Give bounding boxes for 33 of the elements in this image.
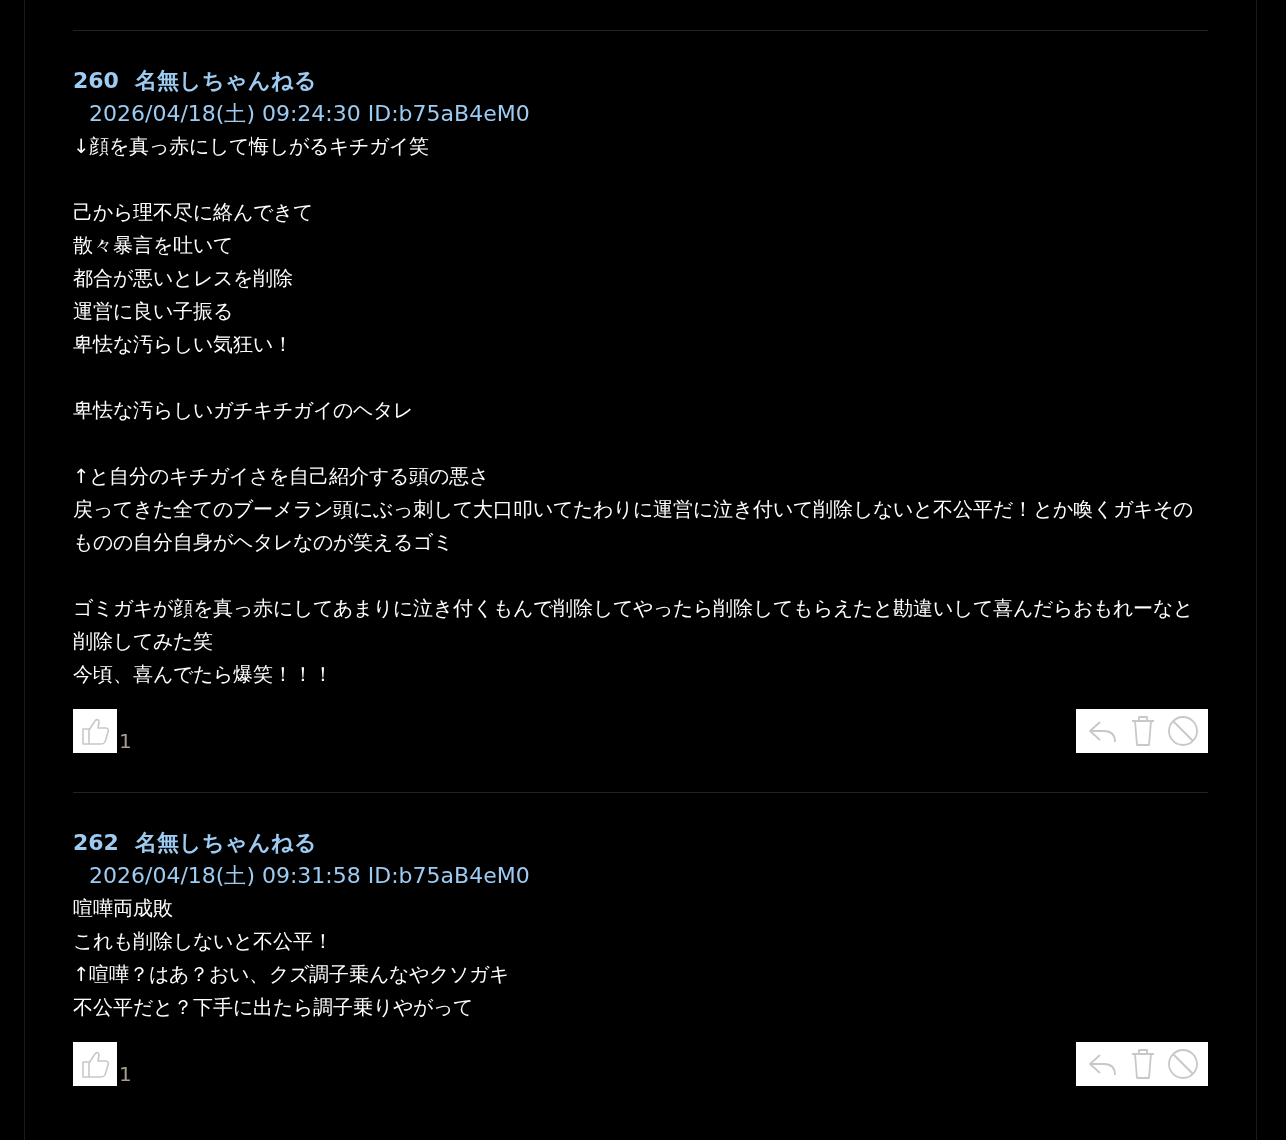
post-text: 己から理不尽に絡んできて	[73, 200, 314, 226]
like-count: 1	[119, 1062, 132, 1086]
block-button[interactable]	[1166, 715, 1199, 747]
like-count: 1	[119, 729, 132, 753]
post-number: 262	[73, 829, 119, 857]
post-text: ゴミガキが顔を真っ赤にしてあまりに泣き付くもんで削除してやったら削除してもらえたと勘違いして喜んだらおもれーなと削除してみた笑	[73, 596, 1194, 655]
post-text: 戻ってきた全てのブーメラン頭にぶっ刺して大口叩いてたわりに運営に泣き付いて削除しないと不公平だ！とか喚くガキそのものの自分自身がヘタレなのが笑えるゴミ	[73, 497, 1194, 556]
post-date-id: 2026/04/18(土) 09:24:30 ID:b75aB4eM0	[88, 100, 531, 128]
trash-icon	[1129, 715, 1157, 747]
prohibited-icon	[1166, 715, 1199, 747]
post-text: 都合が悪いとレスを削除	[73, 266, 294, 292]
delete-button[interactable]	[1129, 1048, 1157, 1080]
poster-name: 名無しちゃんねる	[134, 67, 317, 95]
post-text: ↑と自分のキチガイさを自己紹介する頭の悪さ	[73, 464, 491, 490]
poster-name: 名無しちゃんねる	[134, 829, 317, 857]
block-button[interactable]	[1166, 1048, 1199, 1080]
post-text: 喧嘩両成敗	[73, 896, 174, 922]
like-button[interactable]	[73, 709, 117, 753]
post-text: これも削除しないと不公平！	[73, 929, 334, 955]
trash-icon	[1129, 1048, 1157, 1080]
post-text: 卑怯な汚らしいガチキチガイのヘタレ	[73, 398, 414, 424]
post-text: ↑喧嘩？はあ？おい、クズ調子乗んなやクソガキ	[73, 962, 511, 988]
post-date-id: 2026/04/18(土) 09:31:58 ID:b75aB4eM0	[88, 862, 531, 890]
post-text: 今頃、喜んでたら爆笑！！！	[73, 662, 334, 688]
post-number: 260	[73, 67, 119, 95]
like-button[interactable]	[73, 1042, 117, 1086]
prohibited-icon	[1166, 1048, 1199, 1080]
post-text: 散々暴言を吐いて	[73, 233, 234, 259]
delete-button[interactable]	[1129, 715, 1157, 747]
post-text: 運営に良い子振る	[73, 299, 234, 325]
post-text: 不公平だと？下手に出たら調子乗りやがって	[73, 995, 474, 1021]
post-text: ↓顔を真っ赤にして悔しがるキチガイ笑	[73, 134, 431, 160]
post-text: 卑怯な汚らしい気狂い！	[73, 332, 294, 358]
